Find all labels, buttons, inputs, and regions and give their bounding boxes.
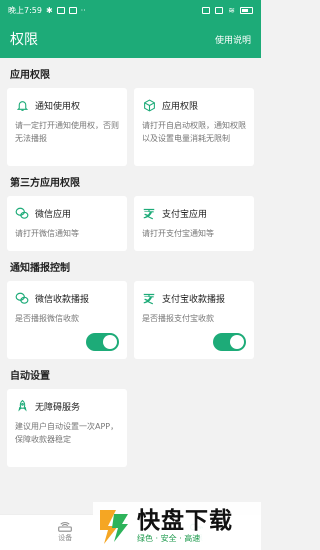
app-bar: 权限 使用说明 [0,20,261,58]
watermark-logo-icon [100,510,128,544]
card-wechat-broadcast: 微信收款播报 是否播报微信收款 [7,281,127,359]
card-title: 支付宝收款播报 [162,294,226,305]
watermark-sub: 绿色 · 安全 · 高速 [137,534,201,543]
card-desc: 是否播报支付宝收款 [142,314,214,323]
section-grid: 微信收款播报 是否播报微信收款 支付宝收款播报 是否播报支付宝收款 [7,281,254,359]
section-title-notification-control: 通知播报控制 [10,262,70,274]
section-title-auto-setup: 自动设置 [10,370,50,382]
card-title: 微信应用 [35,209,72,220]
card-wechat-app[interactable]: 微信应用 请打开微信通知等 [7,196,127,251]
page-title: 权限 [10,32,38,48]
nav-label: 设备 [58,534,73,542]
watermark-text: 快盘下载 [137,508,233,534]
wechat-broadcast-toggle[interactable] [86,333,119,351]
card-desc: 建议用户自动设置一次APP，保障收款器稳定 [15,422,119,444]
card-accessibility-service[interactable]: 无障碍服务 建议用户自动设置一次APP，保障收款器稳定 [7,389,127,467]
card-desc: 请一定打开通知使用权，否则无法播报 [15,121,119,143]
alipay-broadcast-toggle[interactable] [213,333,246,351]
sim-icon [56,6,65,14]
card-app-permissions[interactable]: 应用权限 请打开自启动权限，通知权限以及设置电量消耗无限制 [134,88,254,166]
alarm-icon [202,6,211,14]
card-desc: 请打开微信通知等 [15,229,79,238]
status-time: 晚上7:59 [8,5,42,15]
help-link[interactable]: 使用说明 [215,33,251,46]
bluetooth-icon: ✱ [45,5,53,15]
section-title-app-permissions: 应用权限 [10,69,50,81]
nfc-icon [215,6,224,14]
card-notification-access[interactable]: 通知使用权 请一定打开通知使用权，否则无法播报 [7,88,127,166]
alipay-icon [142,206,156,220]
card-title: 支付宝应用 [162,209,208,220]
watermark: 快盘下载 绿色 · 安全 · 高速 [93,502,261,550]
notification-icon [68,6,77,14]
permissions-content: 应用权限 通知使用权 请一定打开通知使用权，否则无法播报 应用权限 请打开自启动… [0,58,261,467]
bell-icon [15,98,29,112]
section-grid: 微信应用 请打开微信通知等 支付宝应用 请打开支付宝通知等 [7,196,254,251]
card-title: 微信收款播报 [35,294,90,305]
card-desc: 请打开自启动权限，通知权限以及设置电量消耗无限制 [142,121,246,143]
battery-icon [240,6,253,14]
card-alipay-broadcast: 支付宝收款播报 是否播报支付宝收款 [134,281,254,359]
section-grid: 通知使用权 请一定打开通知使用权，否则无法播报 应用权限 请打开自启动权限，通知… [7,88,254,166]
card-desc: 请打开支付宝通知等 [142,229,214,238]
wechat-icon [15,291,29,305]
rocket-icon [15,399,29,413]
card-desc: 是否播报微信收款 [15,314,79,323]
card-alipay-app[interactable]: 支付宝应用 请打开支付宝通知等 [134,196,254,251]
section-grid: 无障碍服务 建议用户自动设置一次APP，保障收款器稳定 [7,389,254,467]
wechat-icon [15,206,29,220]
card-title: 无障碍服务 [35,402,81,413]
card-title: 应用权限 [162,101,199,112]
status-bar: 晚上7:59 ✱ ·· ≋ [0,0,261,20]
wifi-icon: ≋ [228,5,235,15]
alipay-icon [142,291,156,305]
section-title-third-party: 第三方应用权限 [10,177,80,189]
cube-icon [142,98,156,112]
status-extra: ·· [80,5,86,15]
router-icon [58,522,73,532]
card-title: 通知使用权 [35,101,81,112]
